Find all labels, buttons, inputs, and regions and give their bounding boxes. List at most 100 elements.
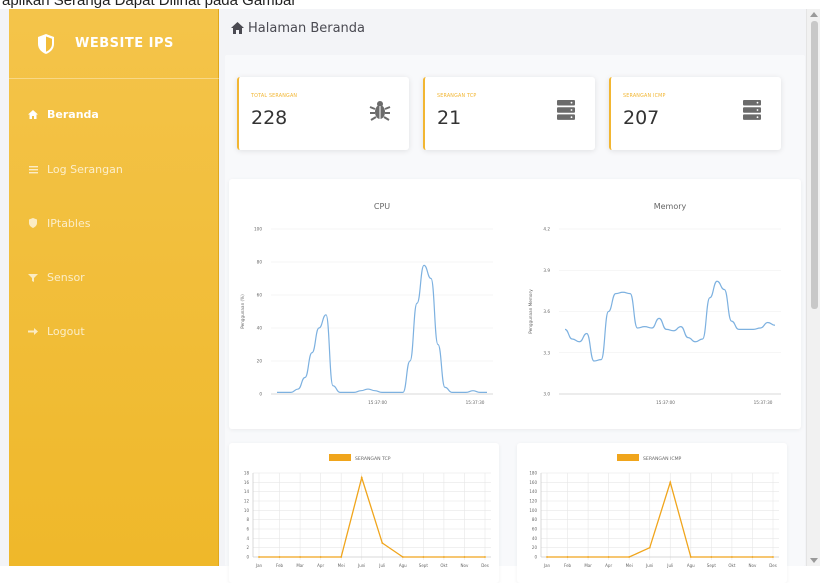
y-tick-label: 60 bbox=[532, 527, 538, 532]
data-point bbox=[731, 556, 733, 558]
legend-label: SERANGAN ICMP bbox=[643, 456, 682, 462]
y-tick-label: 8 bbox=[246, 517, 249, 522]
y-tick-label: 40 bbox=[532, 536, 538, 541]
data-point bbox=[258, 556, 260, 558]
data-point bbox=[628, 556, 631, 558]
x-tick-label: 15:37:30 bbox=[466, 400, 485, 405]
server-icon bbox=[743, 100, 761, 120]
stat-card-serangan-tcp: SERANGAN TCP 21 bbox=[423, 77, 595, 150]
y-tick-label: 140 bbox=[529, 489, 537, 494]
cpu-chart: CPU 0 20 40 60 80 100 Penggunaan (%) 15:37:00 15:… bbox=[231, 179, 503, 429]
stat-value: 207 bbox=[623, 107, 660, 129]
data-point bbox=[648, 546, 651, 549]
vertical-scrollbar[interactable] bbox=[806, 9, 820, 566]
stat-value: 228 bbox=[251, 107, 288, 129]
sensor-icon bbox=[27, 271, 39, 283]
sidebar-item-iptables[interactable]: IPtables bbox=[9, 208, 219, 238]
x-tick-label: 15:37:00 bbox=[656, 400, 675, 405]
y-tick-label: 4.2 bbox=[543, 227, 550, 232]
y-tick-label: 2 bbox=[246, 545, 249, 550]
memory-chart: Memory 3.0 3.3 3.6 3.9 4.2 Penggunaan Memory 15… bbox=[519, 179, 791, 429]
legend-swatch bbox=[617, 454, 639, 461]
shield-logo-icon bbox=[38, 34, 54, 54]
topbar: Halaman Beranda bbox=[219, 9, 806, 49]
icmp-monthly-chart: SERANGAN ICMP 0 20 40 60 80 100 120 140 160 180 Jan… bbox=[517, 443, 787, 583]
data-point bbox=[587, 556, 589, 558]
list-icon bbox=[27, 163, 39, 175]
y-tick-label: 20 bbox=[257, 359, 263, 364]
sidebar-item-log-serangan[interactable]: Log Serangan bbox=[9, 154, 219, 184]
sidebar-item-label: Log Serangan bbox=[47, 162, 123, 176]
data-point bbox=[360, 476, 363, 479]
y-tick-label: 18 bbox=[244, 471, 250, 476]
data-point bbox=[422, 556, 425, 558]
sidebar-item-logout[interactable]: Logout bbox=[9, 316, 219, 346]
y-tick-label: 100 bbox=[529, 508, 537, 513]
data-point bbox=[401, 556, 404, 558]
y-tick-label: 0 bbox=[246, 555, 249, 560]
y-tick-label: 40 bbox=[257, 326, 263, 331]
logout-icon bbox=[27, 325, 39, 337]
brand[interactable]: WEBSITE IPS bbox=[9, 9, 219, 79]
x-tick-label: 15:37:00 bbox=[368, 400, 387, 405]
bug-icon bbox=[369, 101, 391, 121]
stat-card-serangan-icmp: SERANGAN ICMP 207 bbox=[609, 77, 781, 150]
series-line bbox=[277, 264, 487, 393]
data-point bbox=[319, 556, 322, 558]
data-point bbox=[484, 556, 486, 558]
y-tick-label: 0 bbox=[259, 392, 262, 397]
chart-title: Memory bbox=[654, 202, 687, 211]
document-caption: apilkan Seranga Dapat Dilihat pada Gamba… bbox=[0, 0, 820, 9]
sidebar-item-label: Beranda bbox=[47, 107, 99, 121]
y-tick-label: 80 bbox=[532, 517, 538, 522]
series-line bbox=[259, 475, 485, 558]
stat-label: SERANGAN TCP bbox=[437, 94, 477, 99]
data-point bbox=[669, 481, 672, 484]
x-tick-label: 15:37:30 bbox=[754, 400, 773, 405]
brand-title: WEBSITE IPS bbox=[75, 36, 174, 51]
data-point bbox=[546, 556, 548, 558]
data-point bbox=[751, 556, 754, 558]
y-axis-label: Penggunaan Memory bbox=[528, 289, 533, 334]
app-window: WEBSITE IPS Beranda Log Serangan IPtable… bbox=[0, 9, 820, 583]
scrollbar-thumb[interactable] bbox=[811, 21, 818, 309]
y-tick-label: 60 bbox=[257, 293, 263, 298]
data-point bbox=[566, 556, 569, 558]
page-title-text: Halaman Beranda bbox=[248, 21, 366, 36]
legend-label: SERANGAN TCP bbox=[355, 456, 391, 462]
y-tick-label: 10 bbox=[244, 508, 250, 513]
y-tick-label: 100 bbox=[254, 227, 262, 232]
stat-value: 21 bbox=[437, 107, 462, 129]
home-icon bbox=[27, 108, 39, 120]
y-tick-label: 4 bbox=[246, 536, 249, 541]
y-tick-label: 12 bbox=[244, 499, 250, 504]
cpu-chart-svg: CPU 0 20 40 60 80 100 Penggunaan (%) 15:37:00 15:… bbox=[240, 202, 493, 405]
series-line bbox=[564, 280, 776, 362]
stat-label: SERANGAN ICMP bbox=[623, 94, 666, 99]
y-tick-label: 3.9 bbox=[543, 268, 550, 273]
dashboard: TOTAL SERANGAN 228 SERANGAN TCP 21 SERAN… bbox=[225, 55, 805, 583]
sidebar-item-beranda[interactable]: Beranda bbox=[9, 99, 219, 129]
data-point bbox=[443, 556, 445, 558]
y-tick-label: 20 bbox=[532, 545, 538, 550]
tcp-monthly-chart: SERANGAN TCP 0 2 4 6 8 10 12 14 16 18 Jan Feb Mar Apr M… bbox=[229, 443, 499, 583]
sidebar-item-label: Sensor bbox=[47, 270, 85, 284]
scroll-up-arrow-icon[interactable] bbox=[810, 12, 818, 17]
y-tick-label: 3.3 bbox=[543, 350, 550, 355]
data-point bbox=[278, 556, 281, 558]
icmp-chart-svg: SERANGAN ICMP020406080100120140160180Jan… bbox=[529, 454, 779, 568]
sidebar-item-sensor[interactable]: Sensor bbox=[9, 262, 219, 292]
y-tick-label: 6 bbox=[246, 527, 249, 532]
data-point bbox=[689, 556, 692, 558]
stat-label: TOTAL SERANGAN bbox=[251, 94, 298, 99]
y-tick-label: 16 bbox=[244, 480, 250, 485]
legend-swatch bbox=[329, 454, 351, 461]
data-point bbox=[381, 542, 384, 544]
y-tick-label: 160 bbox=[529, 480, 537, 485]
memory-chart-svg: Memory 3.0 3.3 3.6 3.9 4.2 Penggunaan Memory 15… bbox=[528, 202, 781, 405]
scroll-down-arrow-icon[interactable] bbox=[810, 558, 818, 563]
y-tick-label: 80 bbox=[257, 260, 263, 265]
data-point bbox=[463, 556, 466, 558]
y-tick-label: 3.6 bbox=[543, 309, 550, 314]
data-point bbox=[772, 556, 774, 558]
